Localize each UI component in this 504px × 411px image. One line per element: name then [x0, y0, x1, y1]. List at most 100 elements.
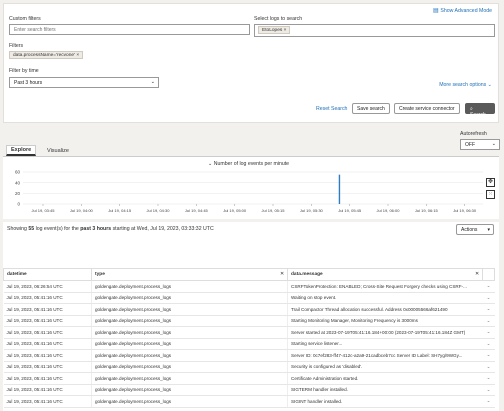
close-icon[interactable]: ✕ — [280, 272, 284, 277]
filter-time-label: Filter by time — [9, 68, 39, 74]
x-tick-label: Jul 19, 05:00 — [223, 208, 247, 213]
search-button-label: Search — [470, 112, 486, 118]
summary-prefix: Showing — [7, 226, 29, 232]
cell-message: Security is configured as 'disabled'. — [287, 361, 483, 373]
actions-menu-button[interactable]: Actions ▾ — [456, 224, 494, 235]
tab-visualize[interactable]: Visualize — [43, 147, 73, 155]
cell-type: goldengate.deployment.process_logs — [91, 384, 288, 396]
table-row[interactable]: Jul 19, 2023, 05:41:16 UTC goldengate.dep… — [3, 384, 495, 396]
cell-message: SIGINT handler installed. — [287, 395, 483, 408]
select-logs-label: Select logs to search — [254, 16, 303, 22]
chevron-down-icon: ⌄ — [487, 82, 492, 88]
cell-datetime: Jul 19, 2023, 05:41:16 UTC — [3, 292, 92, 304]
custom-filters-label: Custom filters — [9, 16, 41, 22]
actions-label: Actions — [461, 227, 478, 233]
log-table: datetime type ✕ data.message ✕ Jul 19, 202… — [3, 268, 495, 408]
reset-search-button[interactable]: Reset Search — [316, 106, 347, 112]
cell-datetime: Jul 19, 2023, 05:41:16 UTC — [3, 338, 92, 350]
table-row[interactable]: Jul 19, 2023, 05:41:16 UTC goldengate.dep… — [3, 326, 495, 339]
event-bar — [338, 174, 341, 204]
cell-message: Certificate Administration started. — [287, 372, 483, 385]
close-icon[interactable]: × — [284, 28, 287, 33]
summary-middle: log event(s) for the — [34, 226, 81, 232]
expand-chevron-icon[interactable]: ⌄ — [482, 395, 495, 408]
x-tick-label: Jul 19, 04:30 — [147, 208, 171, 213]
table-row[interactable]: Jul 19, 2023, 05:41:16 UTC goldengate.dep… — [3, 303, 495, 316]
cell-datetime: Jul 19, 2023, 05:41:16 UTC — [3, 315, 92, 327]
search-panel: ▤ Show Advanced Mode Custom filters Sele… — [3, 3, 499, 123]
x-tick-label: Jul 19, 06:00 — [377, 208, 401, 213]
cell-message: Server ID: 0c7ef283-ff47-412c-a2a9-21cad… — [287, 349, 483, 362]
expand-chevron-icon[interactable]: ⌄ — [482, 303, 495, 316]
table-row[interactable]: Jul 19, 2023, 05:41:16 UTC goldengate.dep… — [3, 338, 495, 350]
column-header-type[interactable]: type ✕ — [91, 268, 288, 281]
advanced-mode-toggle[interactable]: ▤ Show Advanced Mode — [433, 7, 492, 14]
expand-chevron-icon[interactable]: ⌄ — [482, 326, 495, 339]
tab-explore[interactable]: Explore — [6, 145, 37, 156]
filters-label: Filters — [9, 43, 24, 49]
cell-datetime: Jul 19, 2023, 05:41:16 UTC — [3, 303, 92, 316]
cell-datetime: Jul 19, 2023, 05:41:16 UTC — [3, 372, 92, 385]
x-tick-label: Jul 19, 05:30 — [300, 208, 324, 213]
cell-datetime: Jul 19, 2023, 05:41:16 UTC — [3, 395, 92, 408]
more-options-label: More search options — [439, 82, 487, 88]
expand-chevron-icon[interactable]: ⌄ — [482, 292, 495, 304]
summary-suffix: starting at Wed, Jul 19, 2023, 03:33:32 … — [111, 226, 214, 232]
cell-type: goldengate.deployment.process_logs — [91, 280, 288, 293]
expand-chevron-icon[interactable]: ⌄ — [482, 338, 495, 350]
cell-datetime: Jul 19, 2023, 05:41:16 UTC — [3, 349, 92, 362]
events-chart: 60 40 20 0 Jul 19, 03:45 Jul 19, 04:00 Jul 19,… — [15, 170, 483, 213]
table-row[interactable]: Jul 19, 2023, 05:41:16 UTC goldengate.dep… — [3, 349, 495, 362]
cell-message: Server started at 2023-07-19T05:41:16.18… — [287, 326, 483, 339]
x-tick-label: Jul 19, 06:30 — [453, 208, 477, 213]
table-row[interactable]: Jul 19, 2023, 05:41:16 UTC goldengate.dep… — [3, 292, 495, 304]
results-summary: Showing 55 log event(s) for the past 3 h… — [7, 226, 214, 232]
autorefresh-label: Autorefresh — [460, 131, 487, 137]
close-icon[interactable]: × — [76, 53, 79, 58]
move-icon[interactable]: ✥ — [486, 178, 495, 187]
x-tick-label: Jul 19, 05:15 — [262, 208, 286, 213]
select-logs-input[interactable]: EtoLopes × — [254, 24, 495, 37]
cell-type: goldengate.deployment.process_logs — [91, 303, 288, 316]
chevron-down-icon: ⌄ — [150, 79, 155, 85]
cell-type: goldengate.deployment.process_logs — [91, 361, 288, 373]
table-row[interactable]: Jul 19, 2023, 06:26:54 UTC goldengate.dep… — [3, 280, 495, 293]
search-button[interactable]: ⌕ Search — [465, 103, 495, 118]
log-chip-label: EtoLopes — [262, 28, 283, 33]
expand-chevron-icon[interactable]: ⌄ — [482, 349, 495, 362]
x-tick-label: Jul 19, 04:15 — [108, 208, 132, 213]
table-row[interactable]: Jul 19, 2023, 05:41:16 UTC goldengate.dep… — [3, 315, 495, 327]
expand-chevron-icon[interactable]: ⌄ — [482, 372, 495, 385]
expand-chevron-icon[interactable]: ⌄ — [482, 361, 495, 373]
expand-chevron-icon[interactable]: ⌄ — [482, 384, 495, 396]
table-row[interactable]: Jul 19, 2023, 05:41:16 UTC goldengate.dep… — [3, 395, 495, 408]
expand-chevron-icon[interactable]: ⌄ — [482, 280, 495, 293]
expand-chevron-icon[interactable]: ⌄ — [482, 315, 495, 327]
cell-type: goldengate.deployment.process_logs — [91, 349, 288, 362]
header-label: datetime — [7, 272, 27, 277]
table-row[interactable]: Jul 19, 2023, 05:41:16 UTC goldengate.dep… — [3, 361, 495, 373]
grid-icon[interactable]: ⁙ — [486, 190, 495, 199]
custom-filters-input[interactable] — [9, 24, 250, 35]
more-search-options-link[interactable]: More search options ⌄ — [439, 82, 492, 88]
filter-chip: data.processName='recvone' × — [9, 51, 84, 59]
x-tick-label: Jul 19, 03:45 — [32, 208, 56, 213]
x-tick-label: Jul 19, 04:00 — [70, 208, 94, 213]
filter-time-select[interactable]: Past 3 hours ⌄ — [9, 77, 159, 88]
time-range: past 3 hours — [80, 226, 112, 232]
table-row[interactable]: Jul 19, 2023, 05:41:16 UTC goldengate.dep… — [3, 372, 495, 385]
advanced-mode-link[interactable]: Show Advanced Mode — [440, 8, 492, 14]
cell-datetime: Jul 19, 2023, 05:41:16 UTC — [3, 326, 92, 339]
save-search-button[interactable]: Save search — [352, 103, 390, 114]
header-label: data.message — [291, 272, 323, 277]
cell-message: CSRFTokenProtection: ENABLED; Cross-Site… — [287, 280, 483, 293]
column-header-expand — [482, 268, 495, 281]
header-label: type — [95, 272, 105, 277]
cell-type: goldengate.deployment.process_logs — [91, 372, 288, 385]
cell-message: Trail Compactor Thread allocation succes… — [287, 303, 483, 316]
close-icon[interactable]: ✕ — [475, 272, 479, 277]
cell-datetime: Jul 19, 2023, 06:26:54 UTC — [3, 280, 92, 293]
create-service-connector-button[interactable]: Create service connector — [394, 103, 460, 114]
column-header-datetime[interactable]: datetime — [3, 268, 92, 281]
column-header-message[interactable]: data.message ✕ — [287, 268, 483, 281]
